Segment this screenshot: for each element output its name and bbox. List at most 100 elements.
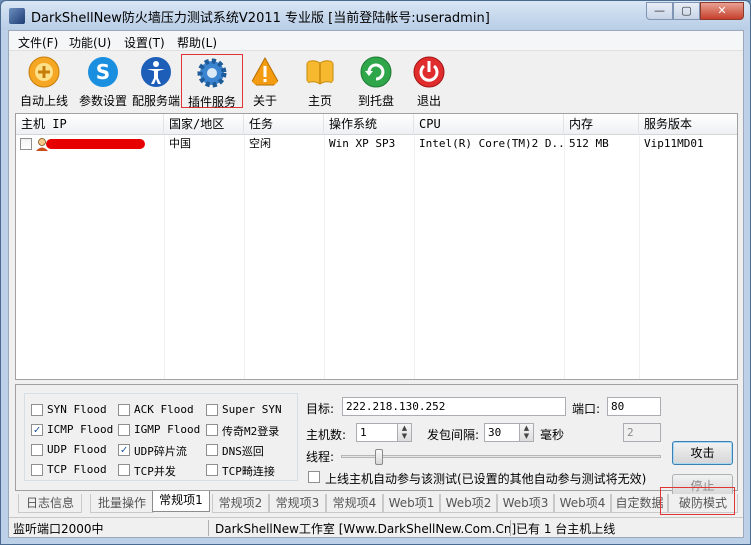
target-input[interactable]: 222.218.130.252: [342, 397, 566, 416]
ms-label: 毫秒: [540, 428, 565, 442]
auto-join-checkbox[interactable]: [308, 471, 320, 483]
column-divider: [244, 135, 245, 379]
toolbar: 自动上线 S 参数设置 配服务端 插件服务 关于 主页 到托盘 退出: [9, 52, 743, 110]
attack-checkbox[interactable]: [206, 464, 218, 476]
table-row[interactable]: 中国 空闲 Win XP SP3 Intel(R) Core(TM)2 D...…: [16, 135, 737, 154]
tab-general-1[interactable]: 常规项1: [152, 491, 210, 512]
tool-label: 配服务端: [131, 94, 180, 108]
tool-label: 到托盘: [357, 94, 394, 108]
port-label: 端口:: [572, 402, 601, 416]
column-divider: [164, 135, 165, 379]
host-region: 中国: [169, 137, 191, 150]
tool-label: 主页: [307, 94, 332, 108]
tab-log[interactable]: 日志信息: [18, 494, 82, 513]
tab-general-3[interactable]: 常规项3: [269, 494, 326, 513]
interval-label: 发包间隔:: [427, 428, 480, 442]
menu-function[interactable]: 功能(U): [69, 34, 111, 51]
threads-value: 2: [623, 423, 661, 442]
attack-checkbox[interactable]: [31, 444, 43, 456]
col-os[interactable]: 操作系统: [324, 114, 414, 135]
tool-config-server[interactable]: 配服务端: [131, 54, 181, 108]
tool-auto-online[interactable]: 自动上线: [13, 54, 75, 108]
auto-join-label: 上线主机自动参与该测试(已设置的其他自动参与测试将无效): [325, 472, 647, 486]
col-task[interactable]: 任务: [244, 114, 324, 135]
attack-checkbox[interactable]: [118, 424, 130, 436]
status-bar: 监听端口2000中 DarkShellNew工作室 [Www.DarkShell…: [9, 517, 743, 537]
window-title: DarkShellNew防火墙压力测试系统V2011 专业版 [当前登陆帐号:u…: [31, 11, 490, 26]
attack-checkbox[interactable]: [31, 404, 43, 416]
host-list[interactable]: 主机 IP 国家/地区 任务 操作系统 CPU 内存 服务版本 中国 空闲 Wi…: [15, 113, 738, 380]
tool-label: 退出: [416, 94, 441, 108]
tool-param-settings[interactable]: S 参数设置: [75, 54, 131, 108]
menu-bar: 文件(F) 功能(U) 设置(T) 帮助(L): [9, 31, 743, 51]
interval-input[interactable]: 30: [484, 423, 520, 442]
host-ip: [16, 135, 164, 154]
tab-general-4[interactable]: 常规项4: [326, 494, 383, 513]
test-config-panel: SYN Flood ACK Flood Super SYN ✓ ICMP Floo…: [15, 384, 738, 498]
menu-help[interactable]: 帮助(L): [177, 34, 217, 51]
attack-checkbox[interactable]: [118, 464, 130, 476]
host-cpu: Intel(R) Core(TM)2 D...: [419, 137, 564, 150]
status-port: 监听端口2000中: [13, 522, 104, 536]
app-icon: [9, 8, 25, 24]
attack-checkbox[interactable]: [206, 444, 218, 456]
host-list-header: 主机 IP 国家/地区 任务 操作系统 CPU 内存 服务版本: [16, 114, 737, 135]
status-divider: [510, 520, 511, 536]
tool-to-tray[interactable]: 到托盘: [351, 54, 401, 108]
power-icon: [413, 56, 445, 88]
host-version: Vip11MD01: [644, 137, 704, 150]
host-os: Win XP SP3: [329, 137, 396, 150]
hosts-count-input[interactable]: 1: [356, 423, 398, 442]
hosts-count-label: 主机数:: [306, 428, 347, 442]
recycle-icon: [360, 56, 392, 88]
tool-label: 插件服务: [187, 95, 236, 109]
menu-file[interactable]: 文件(F): [18, 34, 58, 51]
hosts-count-spinner[interactable]: ▲ ▼: [397, 423, 412, 442]
tab-general-2[interactable]: 常规项2: [212, 494, 269, 513]
tab-highlight-box: [660, 487, 735, 515]
tab-web-2[interactable]: Web项2: [440, 494, 497, 513]
tool-about[interactable]: 关于: [245, 54, 285, 108]
attack-checkbox[interactable]: [31, 464, 43, 476]
person-icon: [141, 57, 171, 87]
maximize-button[interactable]: ▢: [673, 2, 700, 20]
target-label: 目标:: [306, 402, 335, 416]
host-memory: 512 MB: [569, 137, 609, 150]
attack-checkbox[interactable]: [206, 404, 218, 416]
client-area: 文件(F) 功能(U) 设置(T) 帮助(L) 自动上线 S 参数设置 配服务端…: [8, 30, 744, 538]
status-online: 已有 1 台主机上线: [516, 522, 616, 536]
attack-checkbox[interactable]: ✓: [31, 424, 43, 436]
close-button[interactable]: ✕: [700, 2, 744, 20]
threads-label: 线程:: [306, 450, 335, 464]
minimize-button[interactable]: —: [646, 2, 673, 20]
gold-circle-icon: [28, 56, 60, 88]
book-icon: [306, 60, 334, 85]
tool-home[interactable]: 主页: [295, 54, 345, 108]
warning-icon: [249, 56, 281, 86]
interval-spinner[interactable]: ▲ ▼: [519, 423, 534, 442]
attack-button[interactable]: 攻击: [672, 441, 733, 465]
tab-web-3[interactable]: Web项3: [497, 494, 554, 513]
skype-icon: S: [88, 57, 118, 87]
tab-web-4[interactable]: Web项4: [554, 494, 611, 513]
port-input[interactable]: 80: [607, 397, 661, 416]
tool-exit[interactable]: 退出: [407, 54, 451, 108]
col-cpu[interactable]: CPU: [414, 114, 564, 135]
tool-label: 关于: [252, 94, 277, 108]
attack-checkbox[interactable]: [206, 424, 218, 436]
col-memory[interactable]: 内存: [564, 114, 639, 135]
attack-checkbox[interactable]: ✓: [118, 444, 130, 456]
col-version[interactable]: 服务版本: [639, 114, 737, 135]
col-host-ip[interactable]: 主机 IP: [16, 114, 164, 135]
column-divider: [639, 135, 640, 379]
tab-web-1[interactable]: Web项1: [383, 494, 440, 513]
menu-settings[interactable]: 设置(T): [124, 34, 165, 51]
tab-batch[interactable]: 批量操作: [90, 494, 154, 513]
threads-slider[interactable]: [341, 455, 661, 458]
threads-slider-thumb[interactable]: [375, 449, 384, 465]
tool-plugin-service[interactable]: 插件服务: [181, 54, 243, 109]
title-bar[interactable]: DarkShellNew防火墙压力测试系统V2011 专业版 [当前登陆帐号:u…: [1, 1, 750, 30]
column-divider: [414, 135, 415, 379]
col-region[interactable]: 国家/地区: [164, 114, 244, 135]
attack-checkbox[interactable]: [118, 404, 130, 416]
